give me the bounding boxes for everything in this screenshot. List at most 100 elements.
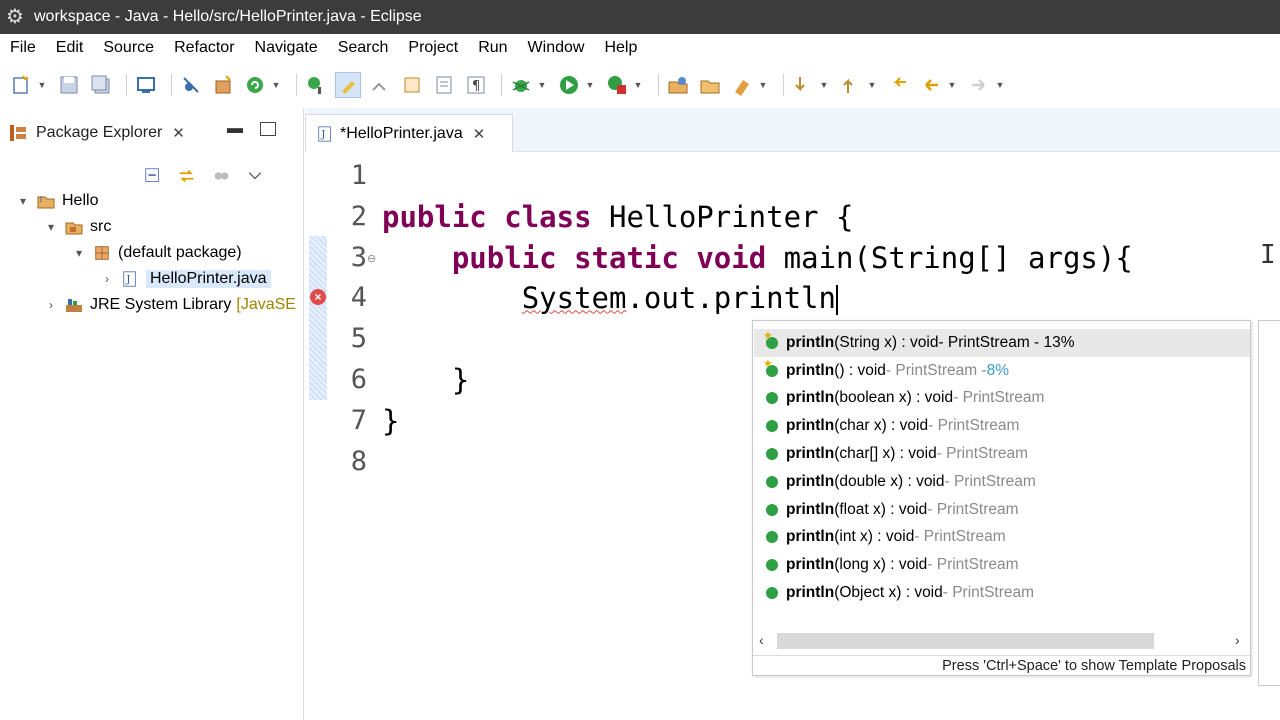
- open-perspective-icon[interactable]: [665, 72, 691, 98]
- toggle-mark-occurrences-icon[interactable]: [335, 72, 361, 98]
- run-icon[interactable]: [556, 72, 582, 98]
- menu-run[interactable]: Run: [468, 34, 517, 62]
- keyword: public: [382, 199, 487, 234]
- javadoc-hover-popup: [1258, 320, 1280, 686]
- tree-item-src[interactable]: ▾ src: [0, 214, 304, 240]
- close-icon[interactable]: ✕: [473, 125, 486, 143]
- collapse-all-icon[interactable]: [140, 165, 166, 187]
- previous-annotation-icon[interactable]: [838, 72, 864, 98]
- refresh-dropdown-icon[interactable]: ▼: [270, 72, 282, 98]
- menu-window[interactable]: Window: [518, 34, 595, 62]
- proposal-method: println: [786, 389, 835, 407]
- error-marker-icon[interactable]: ×: [310, 289, 326, 305]
- console-icon[interactable]: [133, 72, 159, 98]
- new-java-package-icon[interactable]: [210, 72, 236, 98]
- debug-dropdown-icon[interactable]: ▼: [536, 72, 548, 98]
- close-icon[interactable]: ✕: [172, 124, 185, 142]
- menu-file[interactable]: File: [0, 34, 46, 62]
- forward-dropdown-icon[interactable]: ▼: [994, 72, 1006, 98]
- menu-refactor[interactable]: Refactor: [164, 34, 244, 62]
- menu-help[interactable]: Help: [594, 34, 647, 62]
- horizontal-scrollbar[interactable]: ‹ ›: [753, 630, 1250, 652]
- open-type-icon[interactable]: [303, 72, 329, 98]
- proposal-item[interactable]: println() : void - PrintStream - 8%: [754, 357, 1250, 385]
- package-explorer-tab[interactable]: Package Explorer ✕: [8, 118, 185, 148]
- external-tools-dropdown-icon[interactable]: ▼: [632, 72, 644, 98]
- new-icon[interactable]: [8, 72, 34, 98]
- proposal-item[interactable]: println (char x) : void - PrintStream: [754, 412, 1250, 440]
- show-whitespace-icon[interactable]: [431, 72, 457, 98]
- expand-chevron-icon[interactable]: ›: [100, 272, 114, 286]
- run-dropdown-icon[interactable]: ▼: [584, 72, 596, 98]
- open-folder-icon[interactable]: [697, 72, 723, 98]
- external-tools-icon[interactable]: [604, 72, 630, 98]
- package-tree: ▾ J Hello ▾ src ▾ (default package) › J …: [0, 188, 304, 318]
- refresh-icon[interactable]: [242, 72, 268, 98]
- menu-edit[interactable]: Edit: [46, 34, 94, 62]
- menu-bar: File Edit Source Refactor Navigate Searc…: [0, 34, 1280, 62]
- tree-item-jre[interactable]: › JRE System Library [JavaSE: [0, 292, 304, 318]
- save-all-icon[interactable]: [88, 72, 114, 98]
- proposal-item[interactable]: println (int x) : void - PrintStream: [754, 524, 1250, 552]
- back-dropdown-icon[interactable]: ▼: [946, 72, 958, 98]
- eclipse-gear-icon: ⚙: [6, 6, 24, 28]
- package-explorer-tab-label: Package Explorer: [36, 124, 163, 141]
- skip-breakpoints-icon[interactable]: [178, 72, 204, 98]
- menu-search[interactable]: Search: [328, 34, 399, 62]
- tree-item-default-package[interactable]: ▾ (default package): [0, 240, 304, 266]
- toggle-word-wrap-icon[interactable]: [399, 72, 425, 98]
- public-method-icon: [766, 531, 778, 544]
- menu-source[interactable]: Source: [93, 34, 164, 62]
- menu-project[interactable]: Project: [398, 34, 468, 62]
- previous-annotation-dropdown-icon[interactable]: ▼: [866, 72, 878, 98]
- last-edit-location-icon[interactable]: [886, 72, 912, 98]
- tree-item-label: HelloPrinter.java: [146, 270, 271, 288]
- proposal-method: println: [786, 472, 835, 490]
- content-assist-popup: println(String x) : void - PrintStream -…: [752, 320, 1251, 676]
- scrollbar-thumb[interactable]: [777, 633, 1154, 649]
- save-icon[interactable]: [56, 72, 82, 98]
- expand-chevron-icon[interactable]: ▾: [72, 246, 86, 260]
- proposal-item[interactable]: println (double x) : void - PrintStream: [754, 468, 1250, 496]
- scroll-left-icon[interactable]: ‹: [759, 632, 764, 648]
- maximize-icon[interactable]: [260, 122, 276, 136]
- editor-tab-hello-printer[interactable]: J *HelloPrinter.java ✕: [305, 114, 513, 152]
- link-with-editor-icon[interactable]: [174, 165, 200, 187]
- open-task-icon[interactable]: [729, 72, 755, 98]
- proposal-signature: (String x) : void: [834, 333, 939, 351]
- view-menu-icon[interactable]: [242, 165, 268, 187]
- proposal-item[interactable]: println(String x) : void - PrintStream -…: [754, 329, 1250, 357]
- debug-icon[interactable]: [508, 72, 534, 98]
- code-text: }: [382, 403, 400, 438]
- menu-navigate[interactable]: Navigate: [245, 34, 328, 62]
- toggle-block-selection-icon[interactable]: [367, 72, 393, 98]
- source-folder-icon: [64, 217, 84, 237]
- expand-chevron-icon[interactable]: ▾: [16, 194, 30, 208]
- expand-chevron-icon[interactable]: ›: [44, 298, 58, 312]
- minimize-icon[interactable]: ▬: [227, 120, 243, 138]
- line-number: 6: [350, 363, 367, 395]
- proposal-item[interactable]: println (long x) : void - PrintStream: [754, 551, 1250, 579]
- proposal-method: println: [786, 500, 835, 518]
- line-number-gutter: 1 2 3 4 5 6 7 8: [327, 156, 377, 482]
- forward-icon[interactable]: [966, 72, 992, 98]
- next-annotation-dropdown-icon[interactable]: ▼: [818, 72, 830, 98]
- focus-on-active-task-icon[interactable]: [208, 165, 234, 187]
- public-method-icon: [766, 559, 778, 572]
- tree-item-hello-printer[interactable]: › J HelloPrinter.java: [0, 266, 304, 292]
- new-dropdown-icon[interactable]: ▼: [36, 72, 48, 98]
- scroll-right-icon[interactable]: ›: [1235, 632, 1240, 648]
- next-annotation-icon[interactable]: [790, 72, 816, 98]
- proposal-item[interactable]: println (boolean x) : void - PrintStream: [754, 385, 1250, 413]
- proposal-signature: (char x) : void: [834, 417, 929, 435]
- back-icon[interactable]: [918, 72, 944, 98]
- open-task-dropdown-icon[interactable]: ▼: [757, 72, 769, 98]
- svg-text:J: J: [125, 275, 130, 286]
- proposal-item[interactable]: println (char[] x) : void - PrintStream: [754, 440, 1250, 468]
- tree-item-project[interactable]: ▾ J Hello: [0, 188, 304, 214]
- proposal-signature: (char[] x) : void: [834, 445, 937, 463]
- proposal-item[interactable]: println (Object x) : void - PrintStream: [754, 579, 1250, 607]
- expand-chevron-icon[interactable]: ▾: [44, 220, 58, 234]
- proposal-item[interactable]: println (float x) : void - PrintStream: [754, 496, 1250, 524]
- paragraph-icon[interactable]: ¶: [463, 72, 489, 98]
